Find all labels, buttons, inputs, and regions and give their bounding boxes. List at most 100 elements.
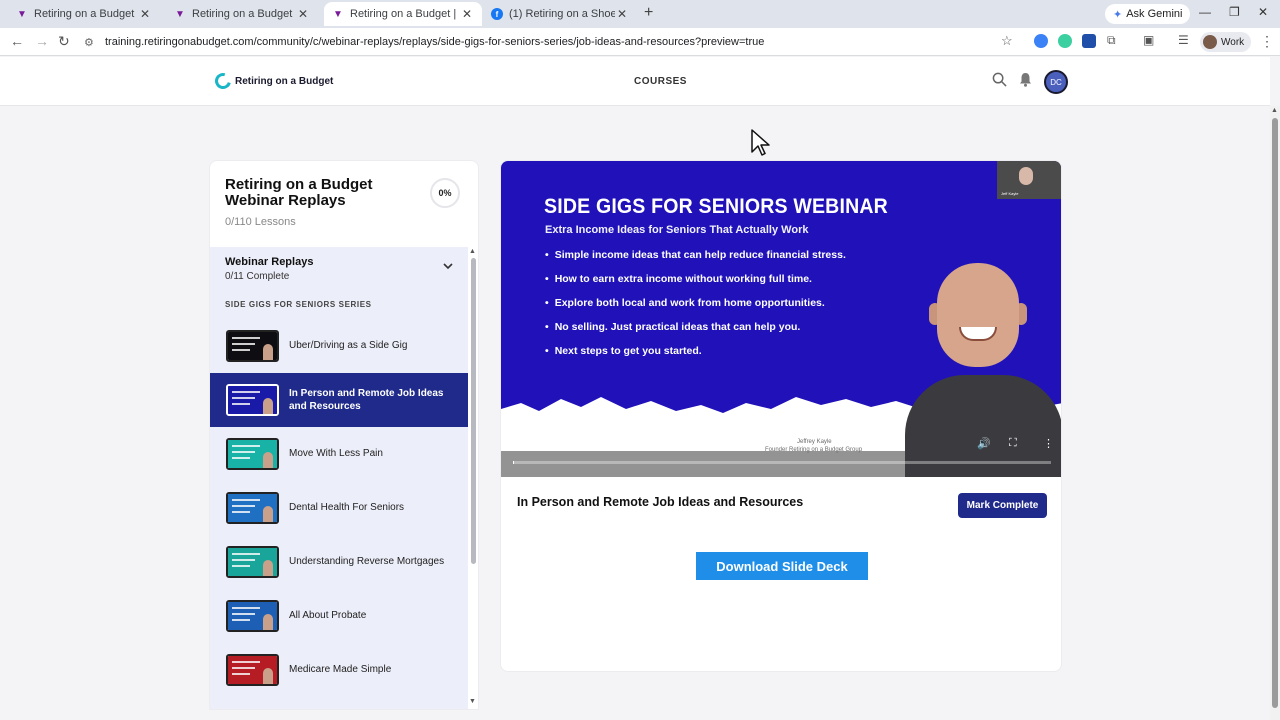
site-favicon-icon: ▼: [333, 8, 343, 20]
lesson-item[interactable]: All About Probate: [210, 589, 468, 643]
minimize-icon[interactable]: —: [1199, 5, 1211, 19]
scroll-up-arrow-icon[interactable]: ▲: [469, 248, 476, 255]
facebook-icon: f: [491, 8, 503, 20]
video-seek-bar[interactable]: [513, 461, 1051, 464]
maximize-icon[interactable]: ❐: [1229, 5, 1240, 19]
section-progress: 0/11 Complete: [225, 271, 290, 282]
lesson-item[interactable]: Move With Less Pain: [210, 427, 468, 481]
logo-text: Retiring on a Budget: [235, 75, 334, 87]
back-icon[interactable]: ←: [10, 33, 24, 49]
lesson-label: Uber/Driving as a Side Gig: [289, 340, 408, 351]
profile-button[interactable]: Work: [1200, 32, 1252, 52]
chevron-down-icon[interactable]: [443, 261, 453, 273]
slide-bullet: How to earn extra income without working…: [545, 273, 846, 297]
ask-gemini-button[interactable]: ✦ Ask Gemini: [1105, 4, 1191, 24]
close-window-icon[interactable]: ✕: [1258, 5, 1268, 19]
browser-tab[interactable]: ▼ Retiring on a Budget | Retiring ✕: [8, 2, 160, 26]
site-logo[interactable]: Retiring on a Budget: [212, 70, 334, 92]
tab-search-icon[interactable]: ▣: [1143, 33, 1154, 47]
lesson-item[interactable]: Dental Health For Seniors: [210, 481, 468, 535]
lesson-thumbnail: [226, 438, 279, 470]
profile-avatar: [1203, 35, 1217, 49]
scroll-up-arrow-icon[interactable]: ▲: [1271, 107, 1278, 114]
bell-icon[interactable]: [1019, 72, 1032, 90]
slide-bullet: Next steps to get you started.: [545, 345, 846, 369]
lesson-thumbnail: [226, 600, 279, 632]
course-progress-ring: 0%: [430, 178, 460, 208]
section-title: Webinar Replays: [225, 256, 314, 268]
extension-icon[interactable]: [1082, 34, 1096, 48]
lesson-item[interactable]: Uber/Driving as a Side Gig: [210, 319, 468, 373]
page-scrollbar[interactable]: ▲: [1270, 106, 1280, 720]
reading-list-icon[interactable]: ☰: [1178, 33, 1189, 47]
download-slide-deck-button[interactable]: Download Slide Deck: [696, 552, 868, 580]
slide-title: SIDE GIGS FOR SENIORS WEBINAR: [544, 195, 888, 218]
browser-tab-bar: ▼ Retiring on a Budget | Retiring ✕ ▼ Re…: [0, 0, 1280, 28]
lesson-thumbnail: [226, 330, 279, 362]
site-favicon-icon: ▼: [175, 8, 185, 20]
lesson-item[interactable]: Understanding Reverse Mortgages: [210, 535, 468, 589]
lesson-label: Medicare Made Simple: [289, 664, 392, 675]
lesson-label: Understanding Reverse Mortgages: [289, 556, 445, 567]
bookmark-star-icon[interactable]: ☆: [1001, 33, 1013, 49]
reload-icon[interactable]: ↻: [58, 33, 70, 50]
browser-tab[interactable]: f (1) Retiring on a Shoestring Bu ✕: [483, 2, 637, 26]
course-sidebar: Retiring on a Budget Webinar Replays 0/1…: [209, 160, 479, 710]
extensions-puzzle-icon[interactable]: ⧉: [1107, 33, 1116, 48]
close-tab-icon[interactable]: ✕: [460, 7, 474, 21]
lesson-label: In Person and Remote Job Ideas and Resou…: [289, 388, 444, 412]
lesson-thumbnail: [226, 546, 279, 578]
gemini-sparkle-icon: ✦: [1113, 8, 1123, 21]
search-icon[interactable]: [992, 72, 1007, 90]
forward-icon[interactable]: →: [35, 33, 49, 49]
lessons-count: 0/110 Lessons: [225, 216, 296, 228]
lesson-label: Dental Health For Seniors: [289, 502, 405, 513]
user-avatar[interactable]: DC: [1044, 70, 1068, 94]
mark-complete-button[interactable]: Mark Complete: [958, 493, 1047, 518]
more-options-icon[interactable]: ⋮: [1043, 437, 1054, 450]
scroll-down-arrow-icon[interactable]: ▼: [469, 698, 476, 705]
sidebar-scroll-thumb[interactable]: [471, 258, 476, 564]
lesson-item[interactable]: Medicare Made Simple: [210, 643, 468, 697]
close-tab-icon[interactable]: ✕: [296, 7, 310, 21]
slide-bullet: Explore both local and work from home op…: [545, 297, 846, 321]
slide-subtitle: Extra Income Ideas for Seniors That Actu…: [545, 224, 809, 236]
close-tab-icon[interactable]: ✕: [138, 7, 152, 21]
close-tab-icon[interactable]: ✕: [615, 7, 629, 21]
slide-bullet: No selling. Just practical ideas that ca…: [545, 321, 846, 345]
profile-label: Work: [1221, 36, 1245, 48]
ask-gemini-label: Ask Gemini: [1126, 8, 1183, 20]
video-player[interactable]: SIDE GIGS FOR SENIORS WEBINAR Extra Inco…: [501, 161, 1061, 477]
mouse-pointer-icon: [751, 129, 770, 156]
url-field[interactable]: ⚙ training.retiringonabudget.com/communi…: [84, 31, 1024, 53]
lesson-item-active[interactable]: In Person and Remote Job Ideas and Resou…: [210, 373, 468, 427]
presenter-role: Founder Retiring on a Budget Group: [765, 447, 863, 453]
volume-icon[interactable]: 🔊: [977, 437, 991, 450]
video-time: 0:02 / 58:35: [533, 439, 581, 449]
sidebar-scrollbar[interactable]: ▲ ▼: [469, 248, 478, 708]
tab-title: Retiring on a Budget | Retiring: [350, 8, 460, 20]
new-tab-button[interactable]: +: [644, 4, 653, 22]
browser-tab-active[interactable]: ▼ Retiring on a Budget | Retiring ✕: [324, 2, 482, 26]
page-scroll-thumb[interactable]: [1272, 118, 1278, 708]
extension-icon[interactable]: [1058, 34, 1072, 48]
extension-icon[interactable]: [1034, 34, 1048, 48]
site-favicon-icon: ▼: [17, 8, 27, 20]
lesson-label: All About Probate: [289, 610, 367, 621]
slide-bullet: Simple income ideas that can help reduce…: [545, 249, 846, 273]
nav-courses-link[interactable]: COURSES: [634, 76, 687, 87]
section-header-webinar-replays[interactable]: Webinar Replays 0/11 Complete: [210, 247, 468, 291]
lesson-title: In Person and Remote Job Ideas and Resou…: [517, 495, 804, 509]
picture-in-picture-webcam: Jeff Kayle: [997, 161, 1061, 199]
site-info-icon[interactable]: ⚙: [84, 36, 100, 49]
play-icon[interactable]: ▶: [512, 438, 520, 449]
webcam-person: [1019, 167, 1033, 185]
fullscreen-icon[interactable]: ⛶: [1009, 437, 1017, 450]
browser-menu-icon[interactable]: ⋮: [1260, 33, 1274, 50]
tab-title: Retiring on a Budget | Retiring: [34, 8, 138, 20]
presenter-head: [937, 263, 1019, 367]
lesson-thumbnail: [226, 492, 279, 524]
browser-tab[interactable]: ▼ Retiring on a Budget | Retiring ✕: [166, 2, 318, 26]
site-header: Retiring on a Budget COURSES DC: [0, 57, 1270, 106]
series-label: SIDE GIGS FOR SENIORS SERIES: [225, 300, 372, 309]
